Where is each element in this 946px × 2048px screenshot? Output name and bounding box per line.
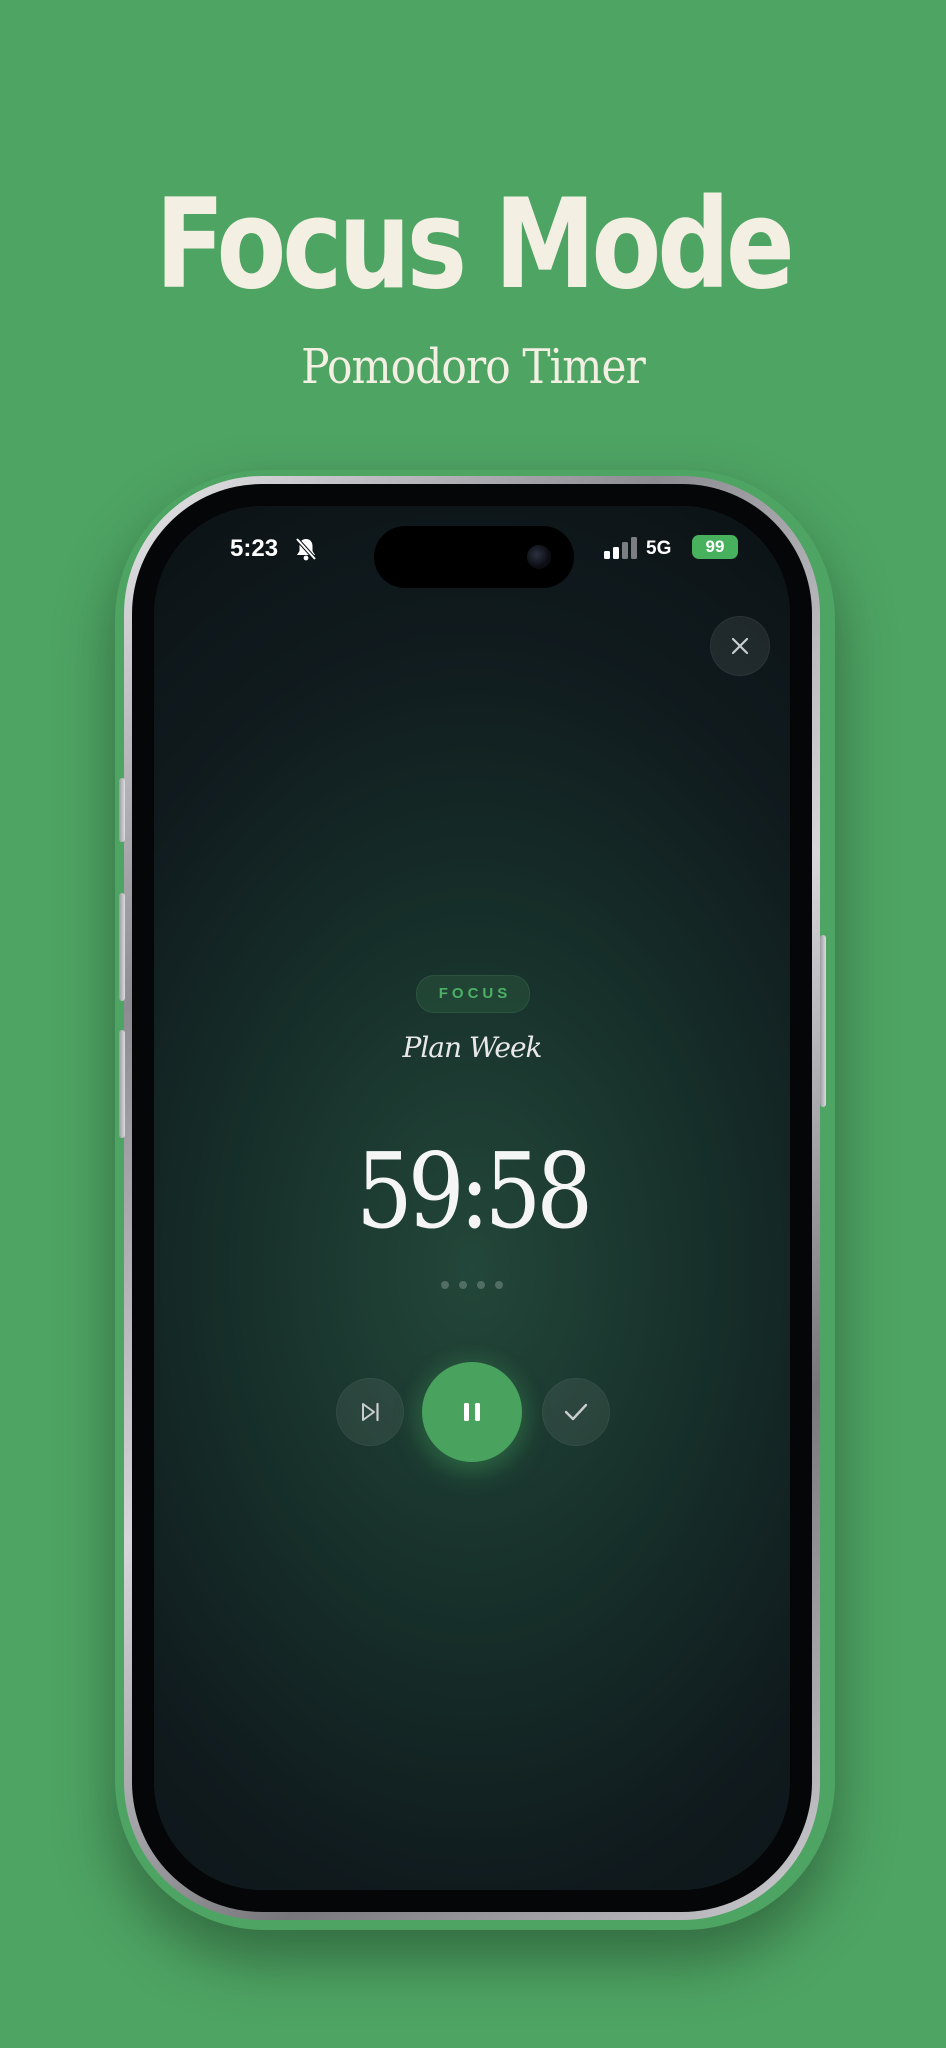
bell-muted-icon <box>295 537 317 561</box>
complete-button[interactable] <box>542 1378 610 1446</box>
session-dot <box>459 1281 467 1289</box>
close-icon <box>731 637 749 655</box>
status-time: 5:23 <box>230 535 279 562</box>
network-label: 5G <box>646 538 672 559</box>
dynamic-island <box>374 526 574 588</box>
session-progress-dots <box>154 1281 790 1289</box>
promo-subhead: Pomodoro Timer <box>301 339 646 395</box>
signal-icon <box>604 537 637 559</box>
volume-up-button <box>119 893 125 1001</box>
battery-charging-icon: 99 <box>692 535 738 559</box>
mode-badge: FOCUS <box>416 975 530 1013</box>
session-dot <box>441 1281 449 1289</box>
pause-button[interactable] <box>422 1362 522 1462</box>
session-dot <box>477 1281 485 1289</box>
checkmark-icon <box>564 1403 588 1421</box>
session-dot <box>495 1281 503 1289</box>
close-button[interactable] <box>710 616 770 676</box>
phone-screen: 5:23 5G 99 FOCUS Plan Week 59:58 <box>154 506 790 1890</box>
volume-down-button <box>119 1030 125 1138</box>
skip-forward-icon <box>362 1402 379 1422</box>
countdown-timer: 59:58 <box>356 1130 593 1252</box>
front-camera-icon <box>527 545 551 569</box>
action-button <box>119 778 125 842</box>
task-name: Plan Week <box>402 1031 542 1064</box>
battery-level: 99 <box>705 537 725 556</box>
power-button <box>820 935 826 1107</box>
pause-icon <box>464 1403 480 1421</box>
promo-headline: Focus Mode <box>155 173 795 317</box>
skip-button[interactable] <box>336 1378 404 1446</box>
